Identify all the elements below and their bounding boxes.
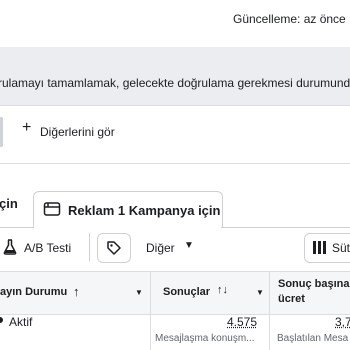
caret-down-icon: ▼ [184, 240, 194, 251]
tag-icon [106, 240, 122, 261]
divider [0, 163, 350, 164]
cost-subtext: Başlatılan Mesa [277, 333, 349, 344]
cost-value[interactable]: 3,7 [335, 315, 350, 329]
caret-down-icon[interactable]: ▼ [135, 288, 143, 297]
tab-baseline [221, 227, 350, 228]
tab-label: Reklam 1 Kampanya için [68, 203, 221, 218]
ad-icon [43, 201, 61, 222]
column-separator [150, 313, 151, 350]
column-label-line2: ücret [278, 293, 305, 305]
last-updated-label: Güncelleme: az önce [233, 12, 346, 26]
table-header: ayın Durumu ↑ ▼ Sonuçlar ↑↓ ▼ Sonuç başı… [0, 271, 350, 315]
columns-icon [313, 241, 327, 259]
table-row[interactable]: Aktif 4.575 Mesajlaşma konuşm... 3,7 Baş… [0, 313, 350, 350]
results-subtext: Mesajlaşma konuşm... [155, 333, 255, 344]
plus-icon: + [22, 119, 32, 136]
columns-button[interactable]: Süt [304, 233, 350, 263]
tab-partial[interactable]: çin [0, 196, 18, 211]
column-separator [269, 272, 270, 314]
column-label: ayın Durumu [0, 286, 68, 298]
tag-button[interactable] [97, 233, 131, 263]
columns-label: Süt [332, 241, 350, 255]
column-label-line1: Sonuç başına [278, 278, 350, 290]
banner-text: rulamayı tamamlamak, gelecekte doğrulama… [0, 76, 350, 90]
verification-banner: rulamayı tamamlamak, gelecekte doğrulama… [0, 47, 350, 105]
ab-test-label: A/B Testi [24, 241, 72, 255]
flask-icon [3, 239, 17, 260]
toolbar-separator [89, 233, 90, 261]
tab-ad-campaign[interactable]: Reklam 1 Kampanya için [33, 191, 223, 228]
see-others-label: Diğerlerini gör [40, 125, 115, 139]
divider [0, 105, 350, 106]
sort-up-icon: ↑ [73, 284, 80, 299]
status-dot [0, 317, 3, 323]
filter-edge [0, 117, 3, 147]
tab-baseline [0, 227, 33, 228]
see-others-button[interactable]: + Diğerlerini gör [0, 117, 120, 147]
caret-down-icon[interactable]: ▼ [256, 288, 264, 297]
sort-icon: ↑↓ [217, 284, 228, 296]
other-label: Diğer [146, 241, 175, 255]
results-value[interactable]: 4.575 [227, 315, 257, 329]
column-separator [269, 313, 270, 350]
column-separator [150, 272, 151, 314]
column-label: Sonuçlar [163, 286, 211, 298]
status-label: Aktif [9, 315, 33, 329]
